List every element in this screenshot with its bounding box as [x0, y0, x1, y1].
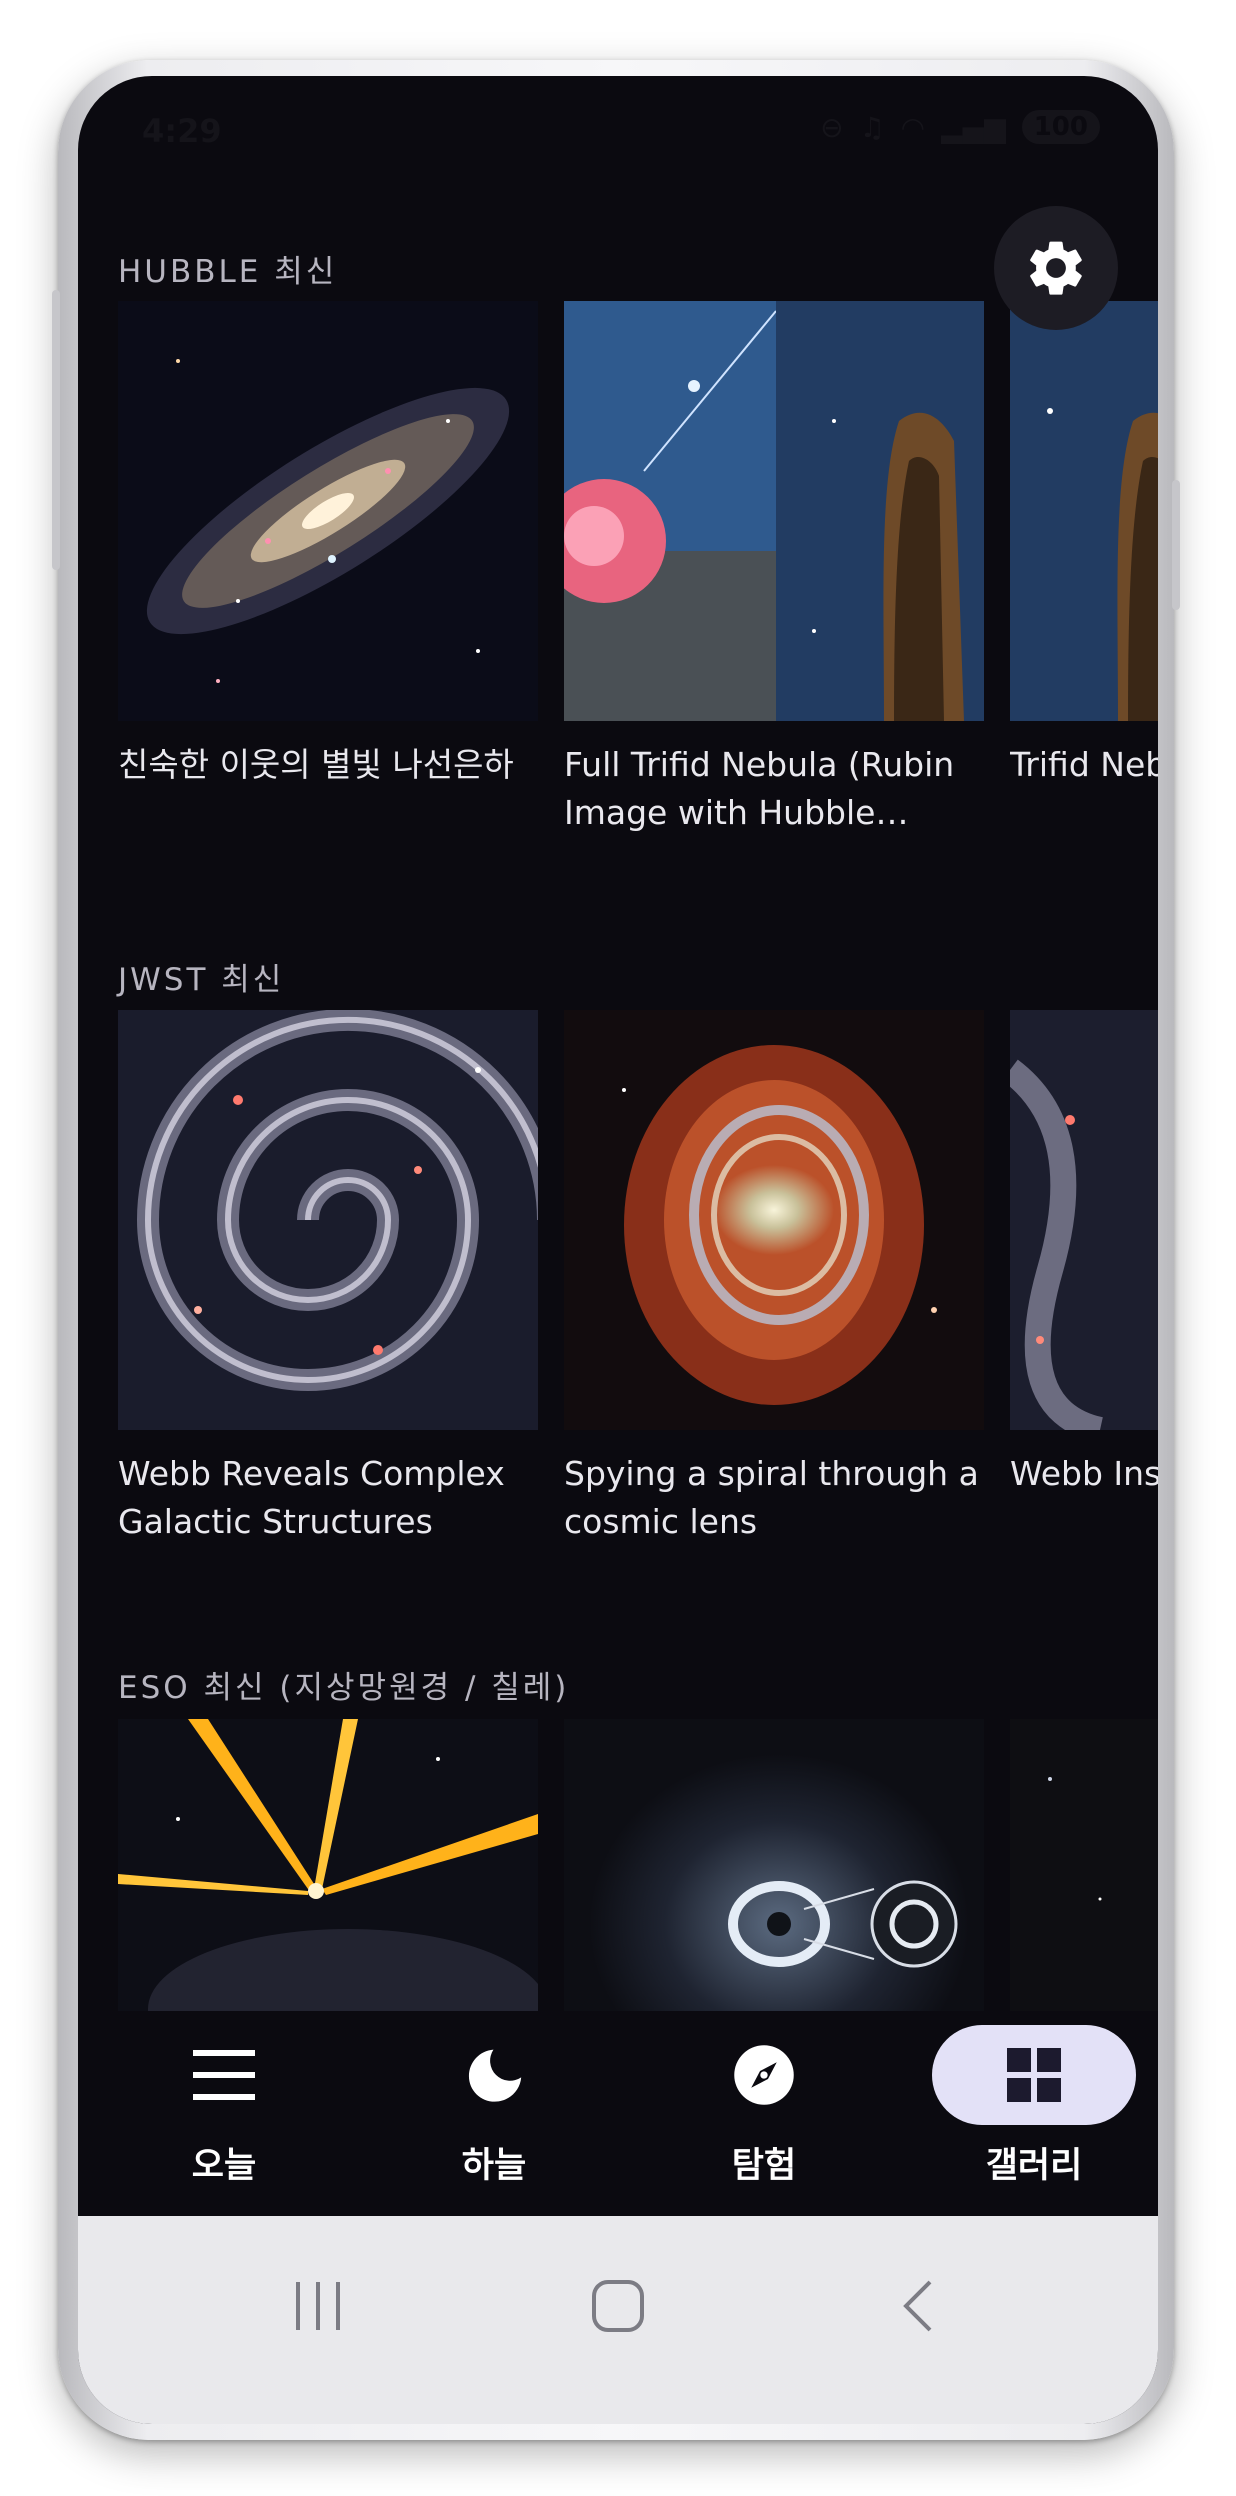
nav-sky-icon-wrap — [392, 2025, 596, 2125]
nav-sky-label: 하늘 — [461, 2146, 527, 2186]
signal-icon: ▂▄▆ — [941, 110, 1006, 144]
gallery-card[interactable] — [1010, 1719, 1158, 2011]
protoplanetary-disk-image[interactable] — [564, 1719, 984, 2011]
nav-today-icon-wrap — [122, 2025, 326, 2125]
compass-icon — [734, 2045, 794, 2105]
card-caption: Webb Insp of the Pha — [1010, 1454, 1158, 1493]
recent-apps-icon — [296, 2282, 340, 2330]
galaxy-image[interactable] — [118, 301, 538, 721]
laser-guide-stars-image[interactable] — [118, 1719, 538, 2011]
status-icons: ⊖ ♫ ◠ ▂▄▆ 100 — [820, 110, 1100, 144]
back-icon — [903, 2280, 932, 2332]
side-button-top — [52, 290, 60, 570]
dnd-icon: ⊖ — [820, 110, 844, 144]
nav-gallery-label: 갤러리 — [985, 2146, 1083, 2186]
menu-icon — [193, 2050, 255, 2100]
cosmic-lens-image[interactable] — [564, 1010, 984, 1430]
dark-starfield-image[interactable] — [1010, 1719, 1158, 2011]
card-caption: Webb Reveals Complex Galactic Structures — [118, 1454, 505, 1541]
trifid-nebula-crop-image[interactable] — [1010, 301, 1158, 721]
nav-today-label: 오늘 — [191, 2146, 257, 2186]
gallery-card[interactable]: Full Trifid Nebula (Rubin Image with Hub… — [564, 301, 984, 837]
side-button-volume — [1172, 480, 1180, 610]
back-button[interactable] — [858, 2256, 978, 2356]
mute-icon: ♫ — [859, 110, 885, 144]
settings-button[interactable] — [994, 206, 1118, 330]
battery-indicator: 100 — [1021, 110, 1100, 144]
gallery-card[interactable]: 친숙한 이웃의 별빛 나선은하 — [118, 301, 538, 789]
app-screen: 4:29 ⊖ ♫ ◠ ▂▄▆ 100 HUBBLE 최신 친숙한 이웃의 별빛 … — [78, 76, 1158, 2424]
grid-icon — [1007, 2048, 1061, 2102]
recent-apps-button[interactable] — [258, 2256, 378, 2356]
status-time: 4:29 — [142, 112, 222, 150]
status-bar: 4:29 ⊖ ♫ ◠ ▂▄▆ 100 — [78, 76, 1158, 186]
jwst-row[interactable]: Webb Reveals Complex Galactic Structures — [118, 1010, 1158, 1610]
section-title-jwst: JWST 최신 — [118, 962, 285, 998]
nav-gallery-active-pill — [932, 2025, 1136, 2125]
gear-icon — [1030, 241, 1082, 295]
section-title-hubble: HUBBLE 최신 — [118, 254, 338, 290]
nav-gallery[interactable]: 갤러리 — [924, 2025, 1144, 2205]
home-icon — [592, 2280, 644, 2332]
system-navigation-bar — [78, 2216, 1158, 2424]
home-button[interactable] — [558, 2256, 678, 2356]
nav-explore-icon-wrap — [662, 2025, 866, 2125]
spiral-galaxy-image[interactable] — [118, 1010, 538, 1430]
nav-today[interactable]: 오늘 — [114, 2025, 334, 2205]
gallery-card[interactable] — [118, 1719, 538, 2011]
trifid-nebula-image[interactable] — [564, 301, 984, 721]
gallery-card[interactable]: Spying a spiral through a cosmic lens — [564, 1010, 984, 1546]
gallery-card[interactable]: Webb Reveals Complex Galactic Structures — [118, 1010, 538, 1546]
card-caption: Trifid Nebula Camera 3 — [1010, 745, 1158, 784]
card-caption: 친숙한 이웃의 별빛 나선은하 — [118, 745, 514, 784]
gallery-card[interactable]: Trifid Nebula Camera 3 — [1010, 301, 1158, 789]
wifi-icon: ◠ — [900, 110, 926, 144]
nav-explore[interactable]: 탐험 — [654, 2025, 874, 2205]
moon-icon — [468, 2049, 522, 2102]
gallery-card[interactable] — [564, 1719, 984, 2011]
nav-sky[interactable]: 하늘 — [384, 2025, 604, 2205]
gallery-card[interactable]: Webb Insp of the Pha — [1010, 1010, 1158, 1498]
hubble-row[interactable]: 친숙한 이웃의 별빛 나선은하 Full Trifid Nebula (Rubi… — [118, 301, 1158, 901]
bottom-navigation: 오늘 하늘 탐험 갤러리 — [78, 2011, 1158, 2216]
card-caption: Full Trifid Nebula (Rubin Image with Hub… — [564, 745, 955, 832]
phantom-galaxy-image[interactable] — [1010, 1010, 1158, 1430]
eso-row[interactable] — [118, 1719, 1158, 2011]
section-title-eso: ESO 최신 (지상망원경 / 칠레) — [118, 1670, 570, 1706]
nav-explore-label: 탐험 — [731, 2146, 797, 2186]
card-caption: Spying a spiral through a cosmic lens — [564, 1454, 979, 1541]
